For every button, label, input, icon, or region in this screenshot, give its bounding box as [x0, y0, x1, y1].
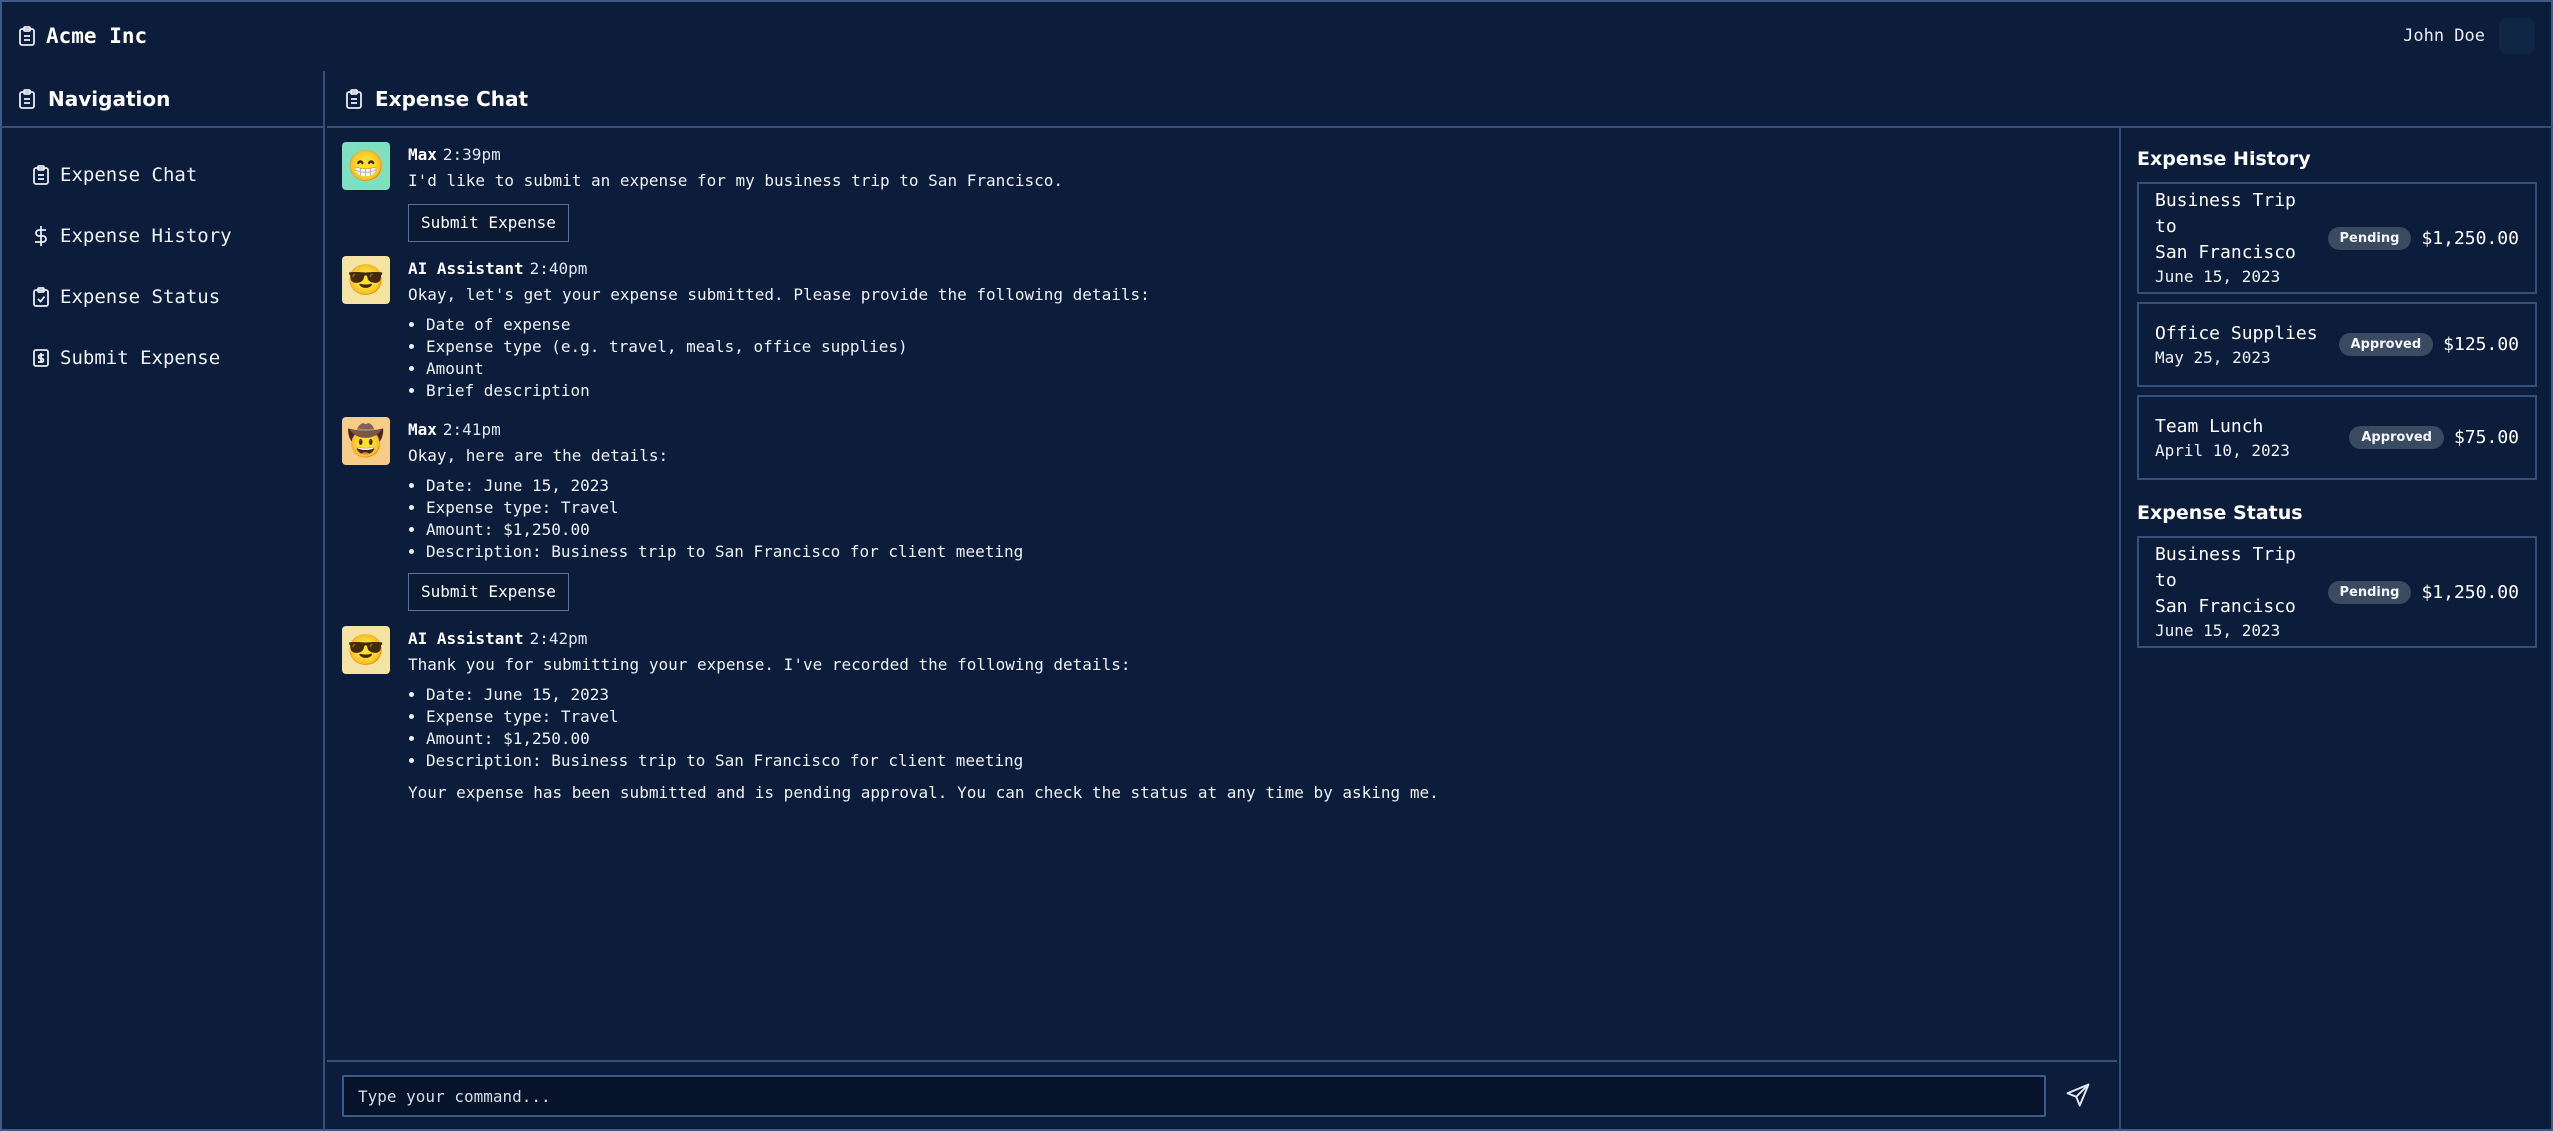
list-item: Expense type: Travel — [426, 706, 2102, 728]
avatar: 🤠 — [342, 417, 390, 465]
receipt-icon — [32, 348, 50, 368]
list-item: Date: June 15, 2023 — [426, 475, 2102, 497]
chat-message: 😁 Max 2:39pm I'd like to submit an expens… — [342, 142, 2102, 256]
submit-expense-button[interactable]: Submit Expense — [408, 573, 569, 611]
status-badge: Pending — [2327, 226, 2412, 250]
expense-amount: $1,250.00 — [2421, 581, 2519, 603]
main-header: Expense Chat — [327, 71, 2117, 128]
sidebar-item-label: Submit Expense — [60, 346, 221, 369]
user-menu[interactable]: John Doe — [2403, 17, 2535, 54]
sidebar: Navigation Expense Chat Expense History … — [0, 71, 325, 1131]
page-title: Expense Chat — [375, 86, 529, 111]
send-icon — [2064, 1081, 2094, 1109]
top-bar: Acme Inc John Doe — [0, 0, 2553, 71]
list-item: Amount: $1,250.00 — [426, 728, 2102, 750]
divider — [327, 1060, 2117, 1062]
expense-date: May 25, 2023 — [2155, 347, 2271, 367]
message-text: Okay, here are the details: — [408, 446, 669, 465]
sidebar-item-label: Expense History — [60, 224, 232, 247]
grinning-face-emoji-icon: 😁 — [347, 148, 385, 184]
message-author: Max — [408, 420, 437, 439]
sidebar-title: Navigation — [48, 86, 171, 111]
expense-date: April 10, 2023 — [2155, 440, 2290, 460]
message-text: Okay, let's get your expense submitted. … — [408, 285, 1150, 304]
sidebar-item-expense-status[interactable]: Expense Status — [0, 266, 323, 327]
message-time: 2:42pm — [529, 629, 588, 648]
sidebar-item-expense-history[interactable]: Expense History — [0, 205, 323, 266]
message-author: AI Assistant — [408, 259, 524, 278]
expense-title: Office Supplies — [2155, 322, 2318, 344]
avatar: 😎 — [342, 256, 390, 304]
message-time: 2:40pm — [529, 259, 588, 278]
message-text: Your expense has been submitted and is p… — [408, 783, 1439, 802]
expense-card[interactable]: Office Supplies May 25, 2023 Approved $1… — [2137, 302, 2537, 387]
expense-title: Team Lunch — [2155, 415, 2264, 437]
avatar[interactable] — [2499, 17, 2535, 54]
dollar-icon — [32, 225, 50, 247]
sunglasses-face-emoji-icon: 😎 — [347, 262, 385, 298]
clipboard-check-icon — [32, 286, 50, 307]
expense-status-title: Expense Status — [2137, 502, 2303, 524]
status-badge: Approved — [2349, 426, 2444, 449]
details-list: Date: June 15, 2023 Expense type: Travel… — [408, 475, 2102, 563]
message-text: I'd like to submit an expense for my bus… — [408, 171, 1064, 190]
list-item: Expense type: Travel — [426, 497, 2102, 519]
sidebar-item-submit-expense[interactable]: Submit Expense — [0, 327, 323, 388]
status-badge: Approved — [2338, 333, 2434, 356]
expense-card[interactable]: Business Trip to San Francisco June 15, … — [2137, 536, 2537, 648]
chat-message: 🤠 Max 2:41pm Okay, here are the details: … — [342, 417, 2102, 626]
clipboard-icon — [18, 25, 36, 46]
message-time: 2:39pm — [442, 145, 501, 164]
chat-thread: 😁 Max 2:39pm I'd like to submit an expens… — [342, 142, 2102, 804]
submit-expense-button[interactable]: Submit Expense — [408, 204, 569, 242]
expense-date: June 15, 2023 — [2155, 621, 2281, 640]
app-name: Acme Inc — [46, 23, 148, 48]
message-text: Thank you for submitting your expense. I… — [408, 655, 1131, 674]
clipboard-icon — [345, 88, 363, 109]
list-item: Amount: $1,250.00 — [426, 519, 2102, 541]
sidebar-item-label: Expense Chat — [60, 163, 198, 186]
expense-amount: $75.00 — [2453, 427, 2519, 448]
expense-title: Business Trip to — [2155, 190, 2296, 237]
list-item: Date: June 15, 2023 — [426, 684, 2102, 706]
message-author: AI Assistant — [408, 629, 524, 648]
message-time: 2:41pm — [442, 420, 501, 439]
sidebar-item-label: Expense Status — [60, 285, 221, 308]
list-item: Description: Business trip to San Franci… — [426, 541, 2102, 563]
clipboard-icon — [18, 88, 36, 109]
sidebar-header: Navigation — [0, 71, 323, 128]
expense-history-title: Expense History — [2137, 148, 2311, 170]
list-item: Amount — [426, 358, 2102, 380]
expense-card[interactable]: Business Trip to San Francisco June 15, … — [2137, 182, 2537, 294]
command-input[interactable] — [342, 1075, 2046, 1117]
expense-card[interactable]: Team Lunch April 10, 2023 Approved $75.0… — [2137, 395, 2537, 480]
list-item: Expense type (e.g. travel, meals, office… — [426, 336, 2102, 358]
avatar: 😁 — [342, 142, 390, 190]
list-item: Date of expense — [426, 314, 2102, 336]
sidebar-item-expense-chat[interactable]: Expense Chat — [0, 144, 323, 205]
sunglasses-face-emoji-icon: 😎 — [347, 632, 385, 668]
clipboard-icon — [32, 164, 50, 185]
brand[interactable]: Acme Inc — [18, 24, 147, 48]
status-badge: Pending — [2327, 580, 2412, 604]
cowboy-face-emoji-icon: 🤠 — [347, 423, 385, 459]
details-list: Date of expense Expense type (e.g. trave… — [408, 314, 2102, 402]
send-button[interactable] — [2064, 1081, 2094, 1111]
message-author: Max — [408, 145, 437, 164]
avatar: 😎 — [342, 626, 390, 674]
right-panel: Expense History Business Trip to San Fra… — [2119, 128, 2553, 1131]
list-item: Brief description — [426, 380, 2102, 402]
expense-title: Business Trip to — [2155, 544, 2296, 591]
sidebar-nav: Expense Chat Expense History Expense Sta… — [0, 128, 323, 388]
expense-title: San Francisco — [2155, 596, 2296, 617]
expense-date: June 15, 2023 — [2155, 267, 2281, 286]
chat-message: 😎 AI Assistant 2:40pm Okay, let's get you… — [342, 256, 2102, 417]
details-list: Date: June 15, 2023 Expense type: Travel… — [408, 684, 2102, 772]
expense-amount: $1,250.00 — [2421, 227, 2519, 249]
user-name: John Doe — [2403, 25, 2485, 46]
chat-message: 😎 AI Assistant 2:42pm Thank you for submi… — [342, 626, 2102, 804]
expense-amount: $125.00 — [2443, 334, 2519, 355]
list-item: Description: Business trip to San Franci… — [426, 750, 2102, 772]
expense-title: San Francisco — [2155, 242, 2296, 263]
